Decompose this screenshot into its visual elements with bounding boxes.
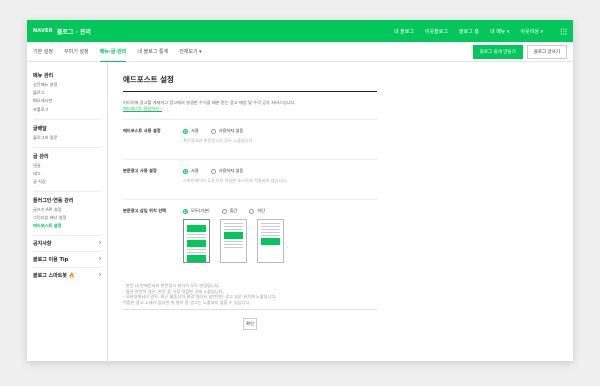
description: 미디어에 광고를 게재하고 광고에서 발생한 수익을 배분 받는 광고 매칭 및… <box>123 100 377 112</box>
sidebar-menu-notice[interactable]: 공지사항 › <box>33 235 101 251</box>
menu-label: 블로그 스마트봇 🔥 <box>33 273 75 280</box>
settings-tabs: 기본 설정 꾸미기 설정 메뉴·글·관리 내 블로그 통계 전체보기 ▾ 블로그… <box>27 42 573 62</box>
page-title: 애드포스트 설정 <box>123 74 377 92</box>
tab-menu-post-manage[interactable]: 메뉴·글·관리 <box>99 42 127 62</box>
naver-logo[interactable]: NAVER <box>33 28 53 34</box>
radio-empty-icon <box>210 128 216 134</box>
sidebar-item-comments[interactable]: 댓글 <box>33 163 101 169</box>
sidebar-menu-smartbot[interactable]: 블로그 스마트봇 🔥 › <box>33 267 101 283</box>
radio-empty-icon <box>221 208 227 214</box>
radio-label: 중간 <box>229 208 238 213</box>
chevron-right-icon: › <box>98 240 101 247</box>
sidebar-item-prologue[interactable]: 프롤로그 <box>33 107 101 113</box>
position-middle-radio[interactable]: 중간 <box>221 208 238 214</box>
position-bottom-radio[interactable]: 하단 <box>249 208 265 214</box>
preview-bottom[interactable] <box>257 219 284 263</box>
sidebar-item-save[interactable]: 글 저장 <box>33 179 101 185</box>
adpost-nouse-radio[interactable]: 사용하지 않음 <box>210 128 244 134</box>
body-ad-use-radio[interactable]: 사용 <box>183 168 199 174</box>
sidebar-item-write-api[interactable]: 글쓰기 API 설정 <box>33 207 101 213</box>
write-post-button[interactable]: 블로그 글쓰기 <box>526 44 567 59</box>
radio-selected-icon <box>183 168 188 174</box>
sidebar-section-menu: 메뉴 관리 상단메뉴 설정 블로그 메모게시판 프롤로그 <box>33 72 101 113</box>
sidebar-section-delivery: 글배달 블로그씨 질문 <box>33 125 101 141</box>
radio-label: 사용 <box>191 128 199 133</box>
note-line: 적합한 광고 소재가 없다면 위 항목 중 광고는 노출되지 않을 수 있습니다… <box>123 299 251 305</box>
menu-label: 블로그 이용 Tip <box>33 257 69 264</box>
hint-text: 스마트에디터 2.0 으로 작성한 포스트에 적용되지 않습니다. <box>183 178 288 183</box>
body-ad-use-row: 본문광고 사용 설정 사용 사용하지 않음 스마트에디터 2.0 으로 작성한 … <box>123 159 377 192</box>
ad-position-row: 본문광고 삽입 위치 선택 모두(기본) 중간 하단 <box>123 199 377 271</box>
radio-selected-icon <box>183 128 188 134</box>
hint-text: 혹은광고와 본문광고가 모두 노출됩니다. <box>183 138 254 143</box>
make-blog-button[interactable]: 블로그 쉽게 만들기 <box>472 44 523 59</box>
chevron-right-icon: › <box>98 272 101 279</box>
nav-blog-home[interactable]: 블로그 홈 <box>459 28 479 35</box>
section-title: 플러그인·연동 관리 <box>33 197 74 204</box>
sidebar-item-memo-board[interactable]: 메모게시판 <box>33 98 101 104</box>
sidebar-item-tags[interactable]: 태그 <box>33 171 101 177</box>
sidebar-item-adpost[interactable]: 애드포스트 설정 <box>33 223 101 229</box>
top-nav: 내 블로그 이웃블로그 블로그 홈 내 메뉴 ▾ 아웃미싱 ▾ <box>394 27 567 35</box>
chevron-right-icon: › <box>98 256 101 263</box>
sidebar: 메뉴 관리 상단메뉴 설정 블로그 메모게시판 프롤로그 글배달 블로그씨 질문… <box>27 62 108 361</box>
radio-label: 모두(기본) <box>191 208 210 213</box>
radio-label: 사용하지 않음 <box>218 168 244 173</box>
section-title: 글배달 <box>33 125 47 132</box>
tab-basic-settings[interactable]: 기본 설정 <box>33 42 53 62</box>
menu-label: 공지사항 <box>33 241 52 248</box>
blog-admin-window: NAVER 블로그 · 관리 내 블로그 이웃블로그 블로그 홈 내 메뉴 ▾ … <box>27 20 573 361</box>
section-title: 메뉴 관리 <box>33 73 54 79</box>
sidebar-menu-tips[interactable]: 블로그 이용 Tip › <box>33 251 101 267</box>
sidebar-section-plugin: 플러그인·연동 관리 글쓰기 API 설정 그린리뷰 배너 설정 애드포스트 설… <box>33 197 101 229</box>
tab-decorate-settings[interactable]: 꾸미기 설정 <box>64 42 89 62</box>
sidebar-item-green-review[interactable]: 그린리뷰 배너 설정 <box>33 215 101 221</box>
row-label: 본문광고 삽입 위치 선택 <box>123 208 166 213</box>
radio-label: 하단 <box>257 208 266 213</box>
sidebar-item-top-menu[interactable]: 상단메뉴 설정 <box>33 82 101 88</box>
row-label: 본문광고 사용 설정 <box>123 168 157 173</box>
confirm-button[interactable]: 확인 <box>243 318 257 331</box>
nav-my-blog[interactable]: 내 블로그 <box>394 28 414 35</box>
adpost-manage-link[interactable]: 애드포스트 관리하기 › <box>123 106 377 112</box>
tab-blog-stats[interactable]: 내 블로그 통계 <box>137 42 168 62</box>
preview-all[interactable] <box>183 219 210 263</box>
radio-empty-icon <box>249 208 255 214</box>
position-all-radio[interactable]: 모두(기본) <box>183 208 210 214</box>
position-previews <box>183 219 284 263</box>
apps-grid-icon[interactable] <box>560 27 567 35</box>
nav-my-menu[interactable]: 내 메뉴 ▾ <box>490 28 510 35</box>
adpost-use-radio[interactable]: 사용 <box>183 128 199 134</box>
row-label: 애드포스트 사용 설정 <box>123 128 161 133</box>
sidebar-section-post: 글 관리 댓글 태그 글 저장 <box>33 153 101 185</box>
tab-view-all[interactable]: 전체보기 ▾ <box>179 42 202 62</box>
sidebar-item-blog[interactable]: 블로그 <box>33 90 101 96</box>
section-title: 글 관리 <box>33 153 49 160</box>
main-content: 애드포스트 설정 미디어에 광고를 게재하고 광고에서 발생한 수익을 배분 받… <box>123 74 377 331</box>
sidebar-item-blog-question[interactable]: 블로그씨 질문 <box>33 135 101 141</box>
radio-label: 사용하지 않음 <box>218 128 244 133</box>
radio-empty-icon <box>210 168 216 174</box>
radio-selected-icon <box>183 208 188 214</box>
radio-label: 사용 <box>191 168 199 173</box>
app-title[interactable]: 블로그 · 관리 <box>57 27 91 36</box>
adpost-use-row: 애드포스트 사용 설정 사용 사용하지 않음 혹은광고와 본문광고가 모두 노출… <box>123 119 377 152</box>
nav-user-menu[interactable]: 아웃미싱 ▾ <box>521 28 544 35</box>
body-ad-nouse-radio[interactable]: 사용하지 않음 <box>210 168 244 174</box>
notes: - 본문 내 판매문서와 본문광고 위치가 모두 변경됩니다. - 짧은 본문의… <box>123 279 377 305</box>
top-bar: NAVER 블로그 · 관리 내 블로그 이웃블로그 블로그 홈 내 메뉴 ▾ … <box>27 20 573 42</box>
preview-middle[interactable] <box>220 219 247 263</box>
nav-neighbor-blog[interactable]: 이웃블로그 <box>425 28 448 35</box>
